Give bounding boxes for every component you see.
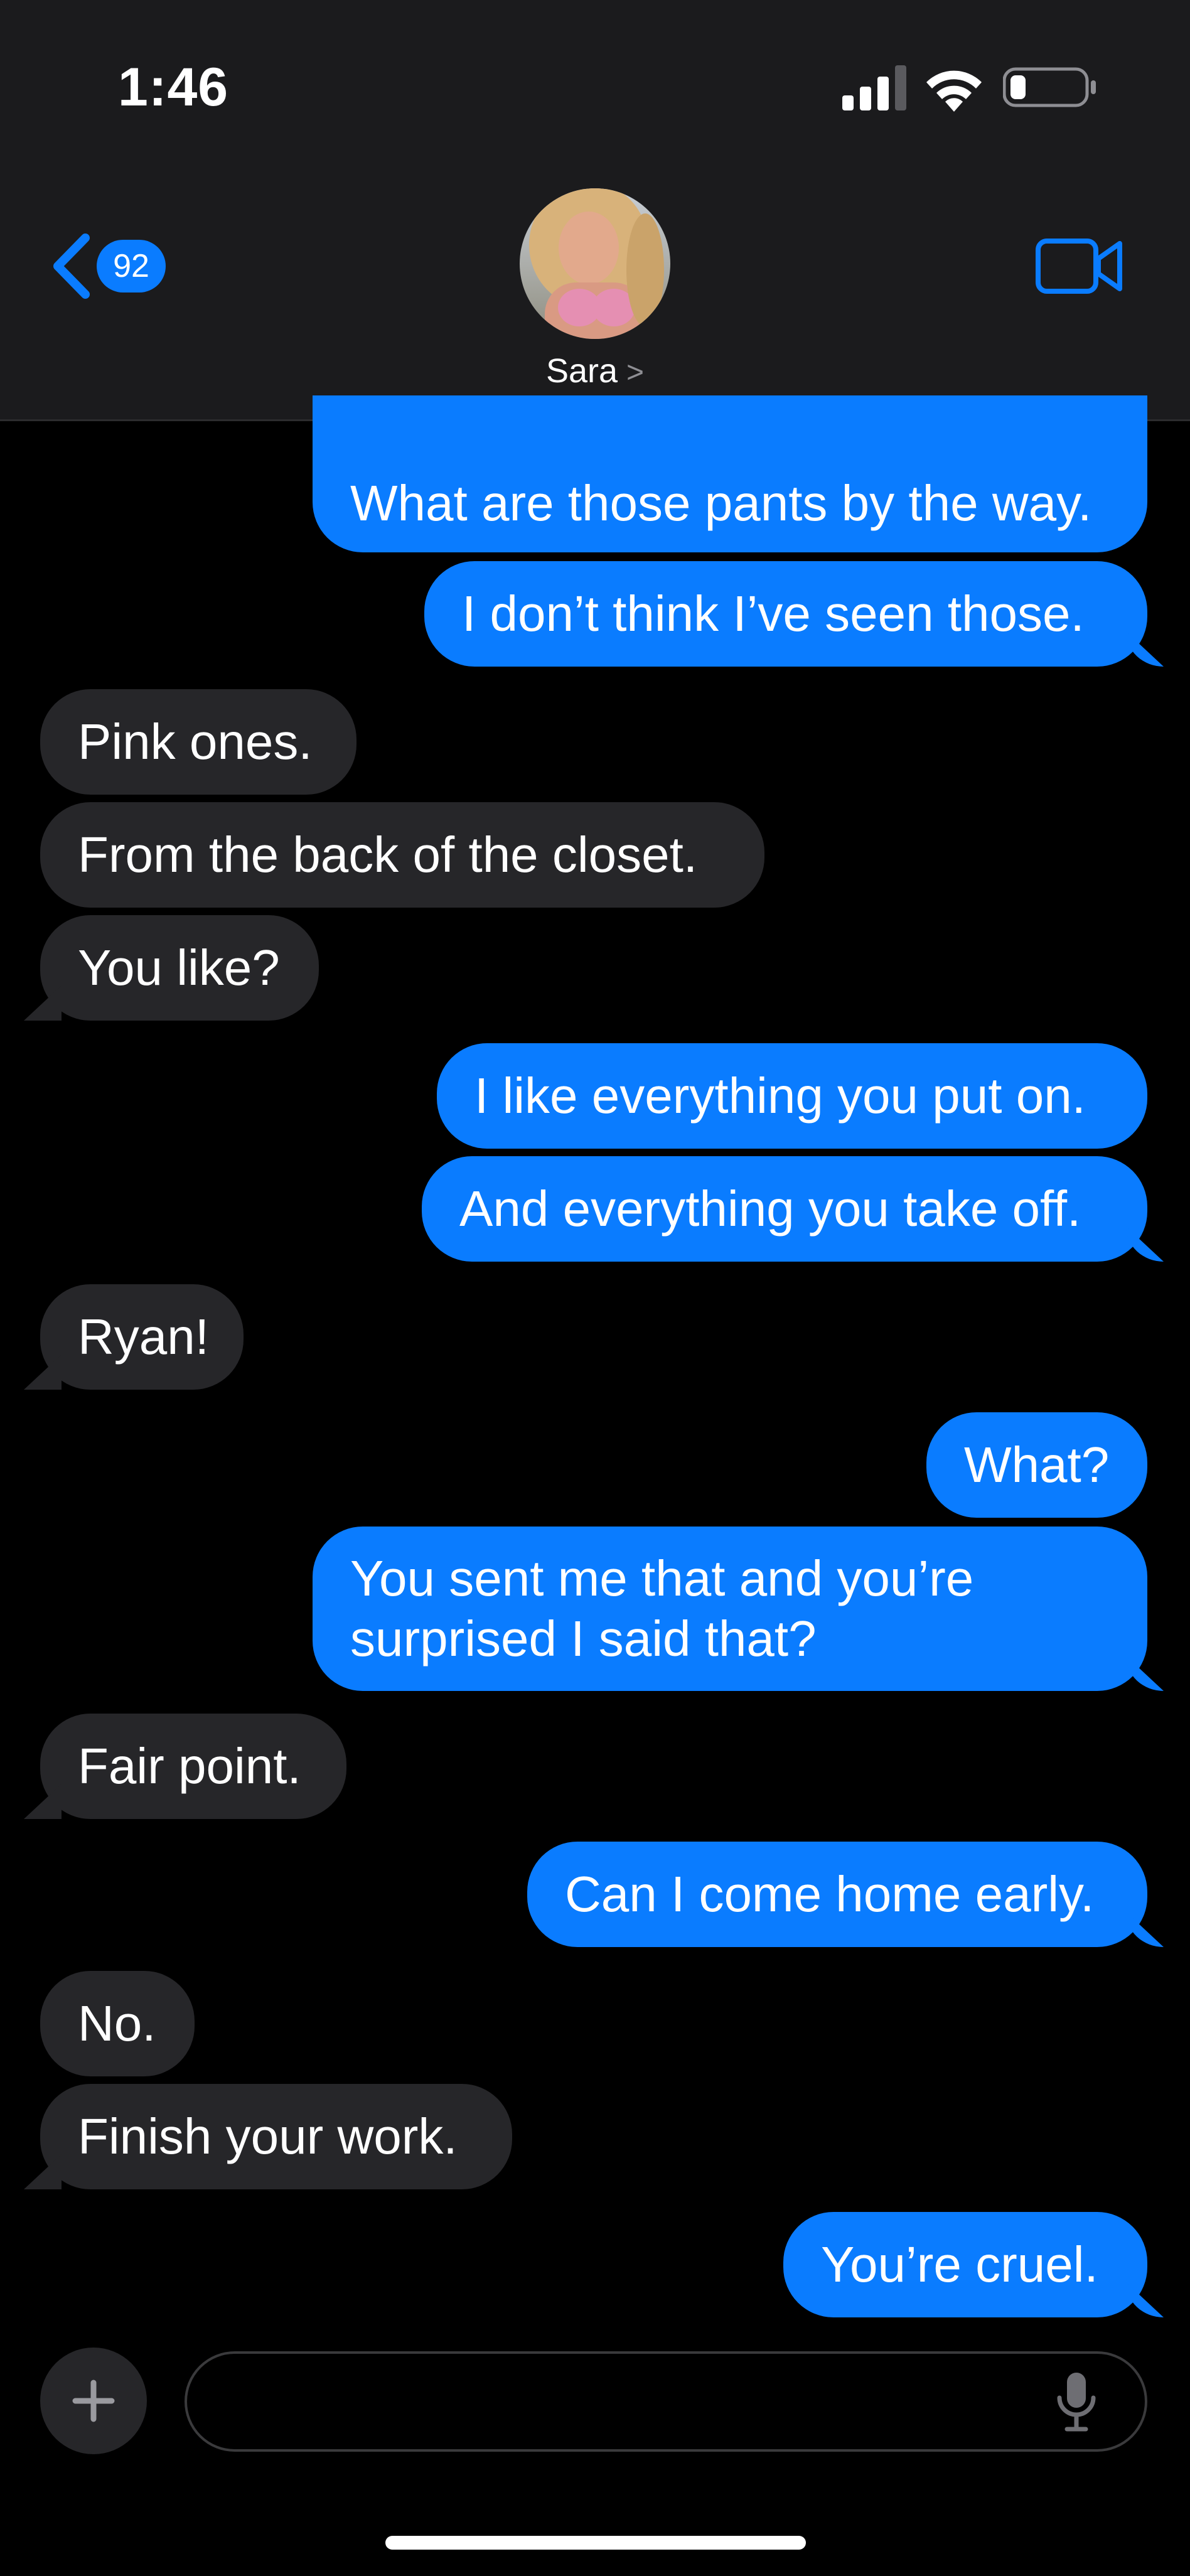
add-attachment-button[interactable]: [40, 2348, 147, 2454]
message-text: No.: [78, 1995, 156, 2051]
message-text: You’re cruel.: [821, 2236, 1098, 2292]
contact-avatar[interactable]: [520, 188, 670, 339]
wifi-icon: [926, 70, 982, 112]
message-input[interactable]: [185, 2351, 1147, 2452]
contact-name-button[interactable]: Sara >: [0, 352, 1190, 390]
back-chevron-icon: [53, 233, 90, 299]
message-text: I don’t think I’ve seen those.: [462, 586, 1085, 641]
plus-icon: [72, 2380, 115, 2422]
message-outgoing[interactable]: You’re cruel.: [783, 2212, 1147, 2317]
message-outgoing[interactable]: Can I come home early.: [527, 1842, 1147, 1947]
message-outgoing[interactable]: You sent me that and you’re surprised I …: [313, 1527, 1147, 1691]
message-incoming[interactable]: You like?: [40, 915, 319, 1021]
microphone-icon[interactable]: [1054, 2370, 1098, 2433]
message-text: From the back of the closet.: [78, 827, 698, 883]
battery-icon: [1003, 67, 1096, 107]
message-incoming[interactable]: Fair point.: [40, 1714, 346, 1819]
status-time: 1:46: [118, 57, 229, 117]
message-incoming[interactable]: Pink ones.: [40, 689, 356, 795]
video-camera-icon[interactable]: [1036, 237, 1123, 295]
message-incoming[interactable]: Finish your work.: [40, 2084, 512, 2189]
conversation-header: 1:46 92 Sara >: [0, 0, 1190, 421]
home-indicator[interactable]: [385, 2536, 806, 2550]
message-text: Can I come home early.: [565, 1866, 1095, 1922]
message-text: You like?: [78, 940, 280, 996]
message-text: What?: [964, 1437, 1110, 1493]
message-text: Pink ones.: [78, 714, 313, 770]
contact-name: Sara: [545, 352, 618, 390]
unread-count-badge: 92: [97, 240, 166, 292]
message-text: You sent me that and you’re surprised I …: [350, 1550, 974, 1666]
message-incoming[interactable]: Ryan!: [40, 1284, 244, 1390]
message-outgoing[interactable]: What are those pants by the way.: [313, 395, 1147, 552]
message-incoming[interactable]: No.: [40, 1971, 195, 2076]
avatar-image: [520, 188, 670, 339]
signal-icon: [842, 65, 906, 110]
message-outgoing[interactable]: And everything you take off.: [422, 1156, 1147, 1262]
message-outgoing[interactable]: I like everything you put on.: [437, 1043, 1147, 1149]
message-outgoing[interactable]: What?: [926, 1412, 1147, 1518]
message-text: Fair point.: [78, 1738, 301, 1794]
chevron-right-icon: >: [626, 356, 645, 389]
message-incoming[interactable]: From the back of the closet.: [40, 802, 764, 908]
message-text: What are those pants by the way.: [350, 475, 1092, 531]
message-text: I like everything you put on.: [474, 1068, 1086, 1124]
back-button[interactable]: 92: [49, 228, 166, 304]
message-text: And everything you take off.: [459, 1181, 1081, 1237]
message-outgoing[interactable]: I don’t think I’ve seen those.: [424, 561, 1147, 667]
message-text: Finish your work.: [78, 2108, 458, 2164]
message-text: Ryan!: [78, 1309, 209, 1365]
